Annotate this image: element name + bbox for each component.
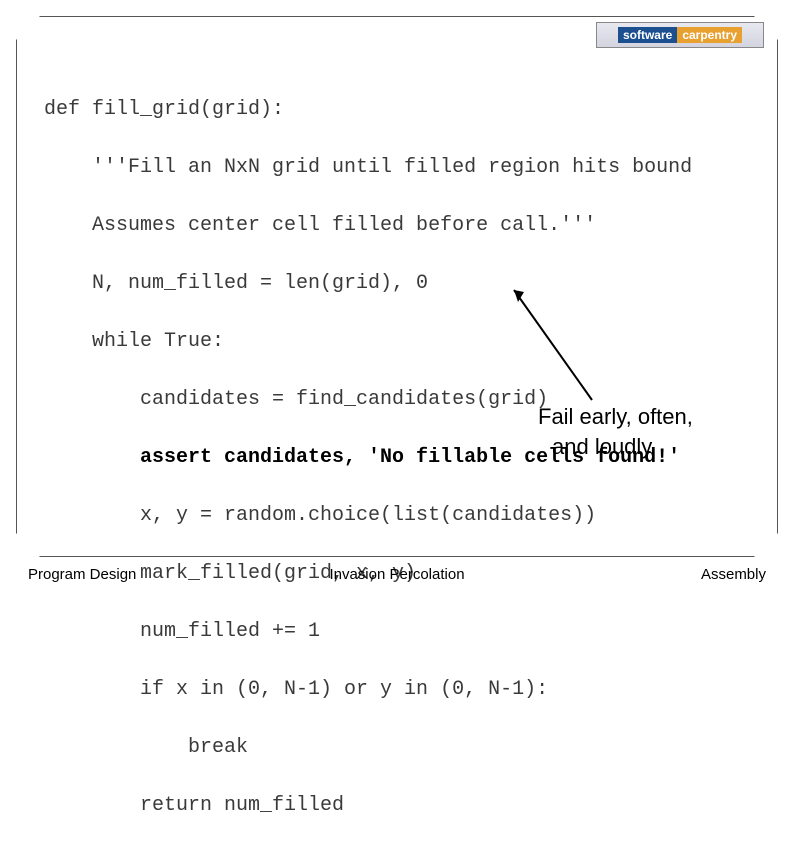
code-line-11: break: [44, 733, 794, 762]
code-line-3: N, num_filled = len(grid), 0: [44, 269, 794, 298]
footer-left: Program Design: [28, 566, 136, 583]
footer-right: Assembly: [701, 566, 766, 583]
code-line-7: x, y = random.choice(list(candidates)): [44, 501, 794, 530]
code-line-9: num_filled += 1: [44, 617, 794, 646]
logo-left: software: [618, 27, 677, 43]
logo-software-carpentry: software carpentry: [596, 22, 764, 48]
logo-right: carpentry: [677, 27, 742, 43]
code-line-1: '''Fill an NxN grid until filled region …: [44, 153, 794, 182]
annotation-text: Fail early, often, and loudly: [538, 402, 693, 462]
code-line-4: while True:: [44, 327, 794, 356]
code-line-0: def fill_grid(grid):: [44, 95, 794, 124]
code-line-12: return num_filled: [44, 791, 794, 820]
code-line-10: if x in (0, N-1) or y in (0, N-1):: [44, 675, 794, 704]
footer: Program Design Invasion Percolation Asse…: [28, 566, 766, 583]
logo-text: software carpentry: [618, 27, 742, 43]
code-line-2: Assumes center cell filled before call.'…: [44, 211, 794, 240]
annotation-line-2: and loudly: [538, 432, 693, 462]
annotation-line-1: Fail early, often,: [538, 402, 693, 432]
footer-center: Invasion Percolation: [329, 566, 464, 583]
